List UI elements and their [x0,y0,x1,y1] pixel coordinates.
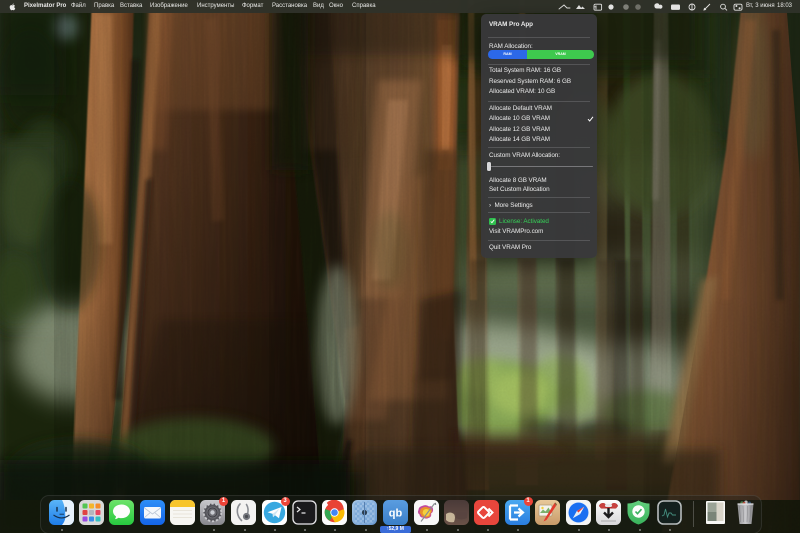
svg-text:qb: qb [388,508,402,520]
